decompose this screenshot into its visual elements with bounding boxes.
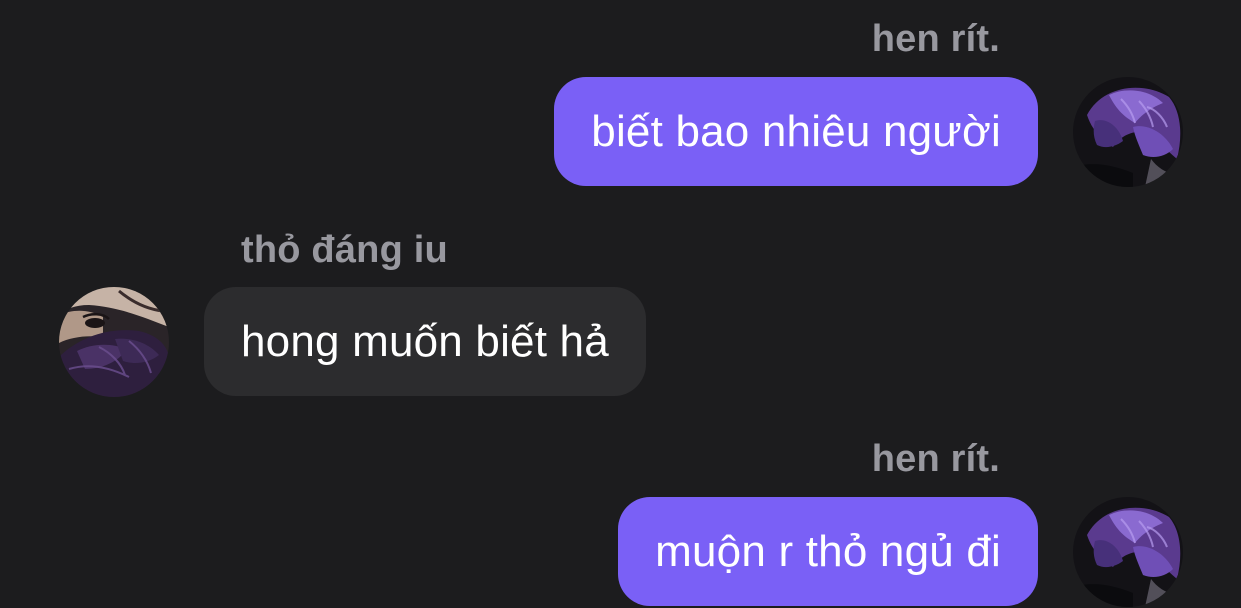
message-bubble-incoming[interactable]: hong muốn biết hả [204,287,646,396]
face-peek-avatar-icon [59,287,169,397]
message-text: hong muốn biết hả [241,316,609,366]
sender-name: hen rít. [871,438,1000,480]
message-bubble-outgoing[interactable]: muộn r thỏ ngủ đi [618,497,1038,606]
contact-avatar[interactable] [59,287,169,397]
user-avatar[interactable] [1073,77,1183,187]
purple-hair-avatar-icon [1073,497,1183,607]
message-bubble-outgoing[interactable]: biết bao nhiêu người [554,77,1038,186]
sender-name: thỏ đáng iu [241,229,448,271]
message-text: muộn r thỏ ngủ đi [655,526,1001,576]
purple-hair-avatar-icon [1073,77,1183,187]
sender-name: hen rít. [871,18,1000,60]
message-text: biết bao nhiêu người [591,106,1001,156]
chat-thread: hen rít. biết bao nhiêu người thỏ đáng i… [0,0,1241,608]
user-avatar[interactable] [1073,497,1183,607]
